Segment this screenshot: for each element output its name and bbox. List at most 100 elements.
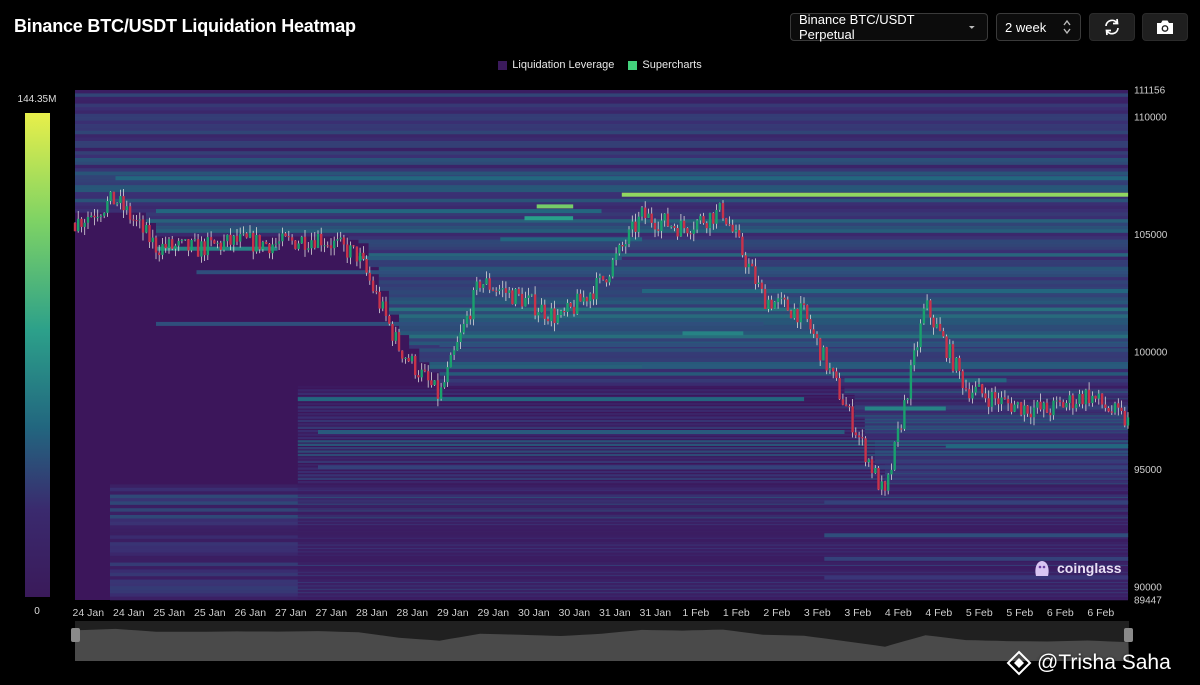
range-navigator[interactable]: [71, 621, 1133, 661]
candle-body: [809, 319, 812, 330]
heat-row: [297, 453, 1129, 457]
liquidation-band: [318, 465, 1128, 470]
candle-body: [556, 315, 559, 324]
candle-body: [1104, 404, 1107, 408]
candle-body: [906, 398, 909, 401]
candle-body: [987, 398, 990, 407]
heat-row: [297, 419, 1129, 423]
x-tick-label: 24 Jan: [73, 607, 105, 619]
candle-body: [1062, 402, 1065, 408]
candle-body: [624, 244, 627, 247]
candle-body: [508, 290, 511, 293]
heat-row: [297, 457, 1129, 460]
heat-row: [388, 294, 1128, 298]
candle-body: [916, 347, 919, 351]
heat-row: [297, 593, 1129, 596]
heat-row: [297, 498, 1129, 501]
liquidation-band: [642, 289, 1128, 293]
candle-body: [1126, 417, 1130, 426]
candle-body: [151, 237, 154, 243]
heat-row: [75, 158, 1128, 162]
candle-body: [806, 305, 809, 320]
x-tick-label: 4 Feb: [885, 607, 912, 619]
candle-body: [932, 317, 935, 328]
candle-body: [666, 213, 670, 227]
heat-row: [75, 181, 1128, 186]
candle-body: [948, 344, 951, 358]
candle-body: [252, 232, 255, 252]
heat-row: [378, 280, 1129, 285]
candle-body: [368, 272, 371, 281]
candle-body: [1065, 403, 1068, 408]
candle-body: [767, 299, 770, 309]
x-tick-label: 25 Jan: [194, 607, 226, 619]
navigator-right-handle[interactable]: [1124, 628, 1133, 642]
candle-body: [488, 278, 491, 290]
candle-body: [138, 219, 141, 221]
candle-body: [80, 218, 83, 227]
heat-row: [75, 164, 1128, 169]
candle-body: [491, 289, 495, 291]
heat-row: [419, 355, 1129, 359]
heat-row: [297, 538, 1129, 542]
candle-body: [132, 219, 135, 221]
heat-row: [75, 110, 1128, 115]
heat-row: [297, 545, 1129, 548]
candle-body: [1013, 404, 1016, 412]
heat-row: [75, 141, 1128, 145]
candle-body: [1010, 403, 1013, 412]
diamond-logo-icon: [1006, 650, 1032, 676]
candle-body: [598, 275, 602, 278]
candle-body: [835, 371, 838, 379]
y-tick-label: 90000: [1134, 583, 1162, 594]
candle-body: [265, 241, 268, 244]
heat-row: [297, 511, 1129, 514]
candle-body: [83, 222, 86, 227]
candle-body: [961, 371, 964, 388]
candle-body: [1003, 397, 1007, 399]
candle-body: [1075, 403, 1078, 409]
watermark: @Trisha Saha: [1006, 650, 1171, 676]
candle-body: [553, 308, 556, 324]
heat-row: [297, 518, 1129, 521]
candle-body: [1081, 393, 1084, 405]
candle-body: [919, 323, 922, 348]
candle-body: [158, 252, 161, 255]
heat-row: [75, 171, 1128, 176]
candle-body: [1068, 395, 1071, 404]
candle-body: [167, 239, 171, 249]
heat-row: [378, 277, 1129, 281]
candle-body: [1036, 401, 1039, 408]
candle-body: [109, 191, 112, 201]
heat-row: [297, 572, 1129, 576]
candle-body: [342, 237, 346, 245]
candle-body: [789, 310, 793, 319]
candle-body: [576, 293, 579, 314]
candle-body: [945, 336, 948, 358]
candle-body: [394, 332, 397, 341]
candle-body: [90, 215, 93, 217]
candle-body: [780, 297, 783, 299]
candle-body: [1087, 389, 1091, 404]
navigator-left-handle[interactable]: [71, 628, 80, 642]
heat-row: [297, 525, 1129, 528]
candle-body: [410, 356, 414, 362]
candle-body: [164, 243, 167, 249]
heat-row: [75, 198, 1128, 203]
liquidation-band: [824, 500, 1129, 505]
candle-body: [485, 278, 488, 285]
heat-row: [156, 222, 1128, 227]
candle-body: [705, 223, 708, 229]
y-axis: 111156 110000 105000 100000 95000 90000 89447: [1134, 86, 1168, 607]
liquidation-band: [318, 430, 845, 434]
liquidation-band: [844, 378, 1007, 383]
candle-body: [903, 400, 906, 429]
candle-body: [734, 230, 738, 232]
candle-body: [96, 217, 99, 219]
candle-body: [1058, 400, 1062, 403]
candle-body: [893, 442, 896, 470]
candle-body: [955, 357, 958, 371]
candle-body: [430, 380, 433, 386]
liquidation-band: [682, 331, 744, 336]
heat-row: [75, 130, 1128, 135]
